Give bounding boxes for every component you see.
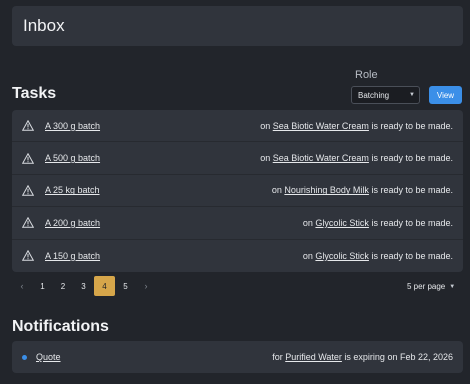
task-link[interactable]: A 150 g batch xyxy=(45,251,100,261)
tasks-title: Tasks xyxy=(12,85,57,102)
page-2-button[interactable]: 2 xyxy=(53,276,73,296)
notifications-title: Notifications xyxy=(12,318,109,335)
per-page-select[interactable]: 5 per page ▼ xyxy=(407,282,455,291)
unread-dot-icon xyxy=(22,354,27,360)
chevron-down-icon: ▼ xyxy=(409,92,415,98)
task-row: A 150 g batch on Glycolic Stick is ready… xyxy=(12,240,463,272)
role-select-value: Batching xyxy=(358,90,390,100)
product-link[interactable]: Glycolic Stick xyxy=(315,251,369,261)
task-row: A 200 g batch on Glycolic Stick is ready… xyxy=(12,207,463,240)
task-description: on Glycolic Stick is ready to be made. xyxy=(302,250,453,261)
role-label: Role xyxy=(355,69,378,81)
page-3-button[interactable]: 3 xyxy=(74,276,94,296)
tasks-list: A 300 g batch on Sea Biotic Water Cream … xyxy=(12,110,463,272)
inbox-title: Inbox xyxy=(23,16,65,35)
notification-description: for Purified Water is expiring on Feb 22… xyxy=(272,352,453,362)
product-link[interactable]: Purified Water xyxy=(285,352,342,362)
task-link[interactable]: A 300 g batch xyxy=(45,121,100,131)
warning-icon xyxy=(22,250,34,262)
chevron-left-icon[interactable]: ‹ xyxy=(12,276,32,296)
task-link[interactable]: A 500 g batch xyxy=(45,153,100,163)
task-description: on Sea Biotic Water Cream is ready to be… xyxy=(260,120,453,131)
pagination: ‹ 1 2 3 4 5 › xyxy=(12,276,157,296)
product-link[interactable]: Sea Biotic Water Cream xyxy=(273,121,369,131)
page-4-button[interactable]: 4 xyxy=(94,276,115,296)
warning-icon xyxy=(22,217,34,229)
task-link[interactable]: A 25 kg batch xyxy=(45,185,100,195)
task-description: on Nourishing Body Milk is ready to be m… xyxy=(271,185,453,196)
task-row: A 25 kg batch on Nourishing Body Milk is… xyxy=(12,175,463,208)
notification-link[interactable]: Quote xyxy=(36,352,61,362)
notification-item: Quote for Purified Water is expiring on … xyxy=(12,341,463,373)
chevron-down-icon: ▼ xyxy=(449,283,456,290)
warning-icon xyxy=(22,120,34,131)
page-1-button[interactable]: 1 xyxy=(33,276,53,296)
view-button[interactable]: View xyxy=(429,86,462,104)
chevron-right-icon[interactable]: › xyxy=(136,276,156,296)
role-select[interactable]: Batching ▼ xyxy=(351,86,420,104)
warning-icon xyxy=(22,184,34,196)
task-row: A 300 g batch on Sea Biotic Water Cream … xyxy=(12,110,463,143)
product-link[interactable]: Nourishing Body Milk xyxy=(284,185,369,195)
inbox-header: Inbox xyxy=(12,6,463,46)
per-page-label: 5 per page xyxy=(407,282,446,291)
task-link[interactable]: A 200 g batch xyxy=(45,218,100,228)
product-link[interactable]: Glycolic Stick xyxy=(315,218,369,228)
warning-icon xyxy=(22,152,34,164)
task-description: on Glycolic Stick is ready to be made. xyxy=(302,217,453,228)
page-5-button[interactable]: 5 xyxy=(116,276,136,296)
product-link[interactable]: Sea Biotic Water Cream xyxy=(273,153,369,163)
task-row: A 500 g batch on Sea Biotic Water Cream … xyxy=(12,142,463,175)
task-description: on Sea Biotic Water Cream is ready to be… xyxy=(260,153,453,164)
